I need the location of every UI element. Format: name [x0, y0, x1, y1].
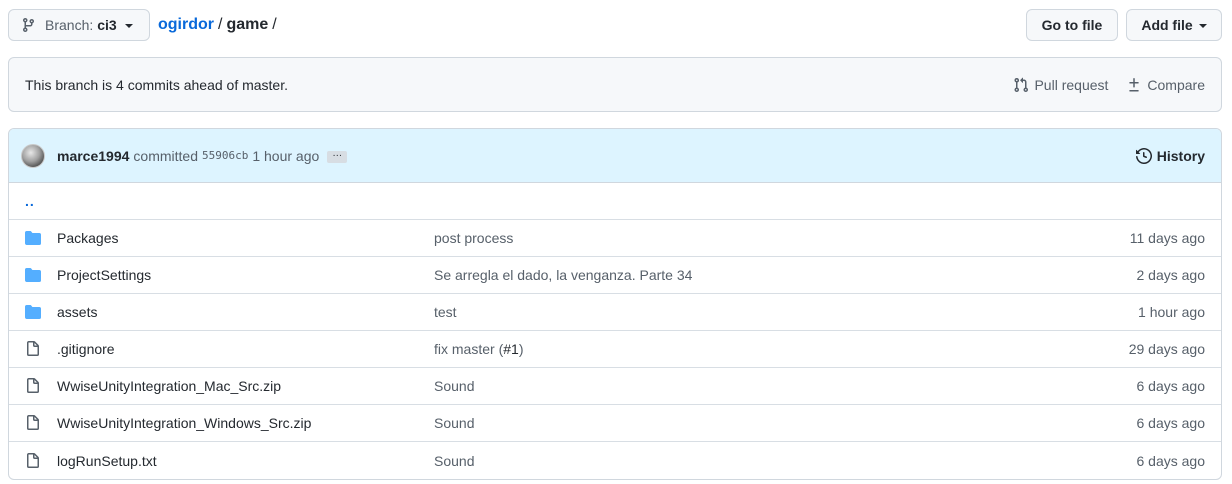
- commit-message-text[interactable]: Sound: [434, 415, 474, 431]
- top-bar: Branch: ci3 ogirdor / game / Go to file …: [8, 9, 1222, 41]
- add-file-button[interactable]: Add file: [1126, 9, 1222, 41]
- folder-icon: [25, 267, 41, 283]
- folder-icon: [25, 230, 41, 246]
- commit-message-text[interactable]: Se arregla el dado, la venganza. Parte 3…: [434, 267, 692, 283]
- branch-ahead-message: This branch is 4 commits ahead of master…: [25, 76, 288, 93]
- pull-request-ref-link[interactable]: #1: [503, 341, 519, 357]
- parent-directory-row[interactable]: ..: [9, 183, 1221, 220]
- file-icon: [25, 341, 41, 357]
- banner-actions: Pull request Compare: [1013, 77, 1205, 93]
- commit-time: 1 hour ago: [252, 147, 320, 164]
- file-commit-age: 1 hour ago: [1138, 304, 1205, 320]
- file-name-link[interactable]: .gitignore: [57, 341, 115, 357]
- chevron-down-icon: [124, 24, 133, 28]
- breadcrumb: ogirdor / game /: [158, 9, 281, 41]
- file-commit-message-link[interactable]: Sound: [434, 453, 474, 469]
- file-name-link[interactable]: logRunSetup.txt: [57, 453, 157, 469]
- breadcrumb-current-dir: game: [226, 16, 269, 33]
- file-commit-message-link[interactable]: fix master (#1): [434, 341, 523, 357]
- file-commit-age: 2 days ago: [1136, 267, 1206, 283]
- avatar[interactable]: [21, 143, 45, 168]
- go-to-file-button[interactable]: Go to file: [1026, 9, 1118, 41]
- file-name-link[interactable]: WwiseUnityIntegration_Windows_Src.zip: [57, 415, 311, 431]
- branch-name: ci3: [97, 17, 117, 33]
- diff-icon: [1129, 77, 1140, 91]
- parent-directory-link[interactable]: ..: [25, 193, 35, 209]
- latest-commit-bar: marce1994 committed 55906cb 1 hour ago ……: [9, 129, 1221, 183]
- file-row[interactable]: ProjectSettings Se arregla el dado, la v…: [9, 257, 1221, 294]
- folder-icon: [25, 304, 41, 320]
- git-branch-icon: [23, 18, 34, 32]
- commit-author-link[interactable]: marce1994: [57, 148, 129, 164]
- commit-message-text[interactable]: Sound: [434, 378, 474, 394]
- file-commit-age: 11 days ago: [1129, 230, 1205, 246]
- breadcrumb-separator: /: [272, 16, 277, 33]
- branch-ahead-banner: This branch is 4 commits ahead of master…: [8, 57, 1222, 112]
- history-link[interactable]: History: [1135, 147, 1205, 164]
- history-label: History: [1156, 147, 1205, 164]
- file-commit-message-link[interactable]: Se arregla el dado, la venganza. Parte 3…: [434, 267, 692, 283]
- go-to-file-label: Go to file: [1041, 17, 1103, 33]
- commit-message-text: ): [518, 341, 524, 357]
- file-commit-message-link[interactable]: Sound: [434, 415, 474, 431]
- branch-select-button[interactable]: Branch: ci3: [8, 9, 150, 41]
- pull-request-link[interactable]: Pull request: [1013, 77, 1108, 93]
- file-row[interactable]: assets test 1 hour ago: [9, 294, 1221, 331]
- file-commit-age: 29 days ago: [1128, 341, 1205, 357]
- file-commit-message-link[interactable]: Sound: [434, 378, 474, 394]
- file-row[interactable]: logRunSetup.txt Sound 6 days ago: [9, 442, 1221, 479]
- file-commit-message-link[interactable]: test: [434, 304, 457, 320]
- commit-sha-link[interactable]: 55906cb: [202, 149, 248, 162]
- add-file-label: Add file: [1141, 17, 1193, 33]
- pull-request-label: Pull request: [1034, 76, 1109, 93]
- commit-message-text[interactable]: test: [434, 304, 457, 320]
- file-name-link[interactable]: WwiseUnityIntegration_Mac_Src.zip: [57, 378, 281, 394]
- commit-message-text[interactable]: post process: [434, 230, 513, 246]
- commit-message-expand-button[interactable]: …: [327, 148, 348, 163]
- file-commit-message-link[interactable]: post process: [434, 230, 513, 246]
- file-name-link[interactable]: ProjectSettings: [57, 267, 151, 283]
- file-icon: [25, 378, 41, 394]
- file-icon: [25, 452, 41, 469]
- git-pull-request-icon: [1014, 77, 1029, 92]
- breadcrumb-repo-link[interactable]: ogirdor: [158, 16, 214, 34]
- chevron-down-icon: [1198, 24, 1207, 28]
- breadcrumb-separator: /: [218, 16, 223, 33]
- history-icon: [1135, 147, 1152, 164]
- file-row[interactable]: Packages post process 11 days ago: [9, 220, 1221, 257]
- file-list: marce1994 committed 55906cb 1 hour ago ……: [8, 128, 1222, 480]
- commit-message-text[interactable]: fix master (: [434, 341, 503, 357]
- commit-message-text[interactable]: Sound: [434, 453, 474, 469]
- commit-verb: committed: [133, 147, 198, 164]
- file-name-link[interactable]: assets: [57, 304, 97, 320]
- file-row[interactable]: .gitignore fix master (#1) 29 days ago: [9, 331, 1221, 368]
- compare-label: Compare: [1147, 76, 1205, 93]
- file-icon: [25, 415, 41, 431]
- file-commit-age: 6 days ago: [1136, 415, 1206, 431]
- file-commit-age: 6 days ago: [1136, 452, 1206, 469]
- branch-prefix: Branch:: [45, 17, 94, 33]
- file-row[interactable]: WwiseUnityIntegration_Windows_Src.zip So…: [9, 405, 1221, 442]
- compare-link[interactable]: Compare: [1126, 77, 1205, 93]
- file-row[interactable]: WwiseUnityIntegration_Mac_Src.zip Sound …: [9, 368, 1221, 405]
- file-name-link[interactable]: Packages: [57, 230, 118, 246]
- file-commit-age: 6 days ago: [1136, 378, 1206, 394]
